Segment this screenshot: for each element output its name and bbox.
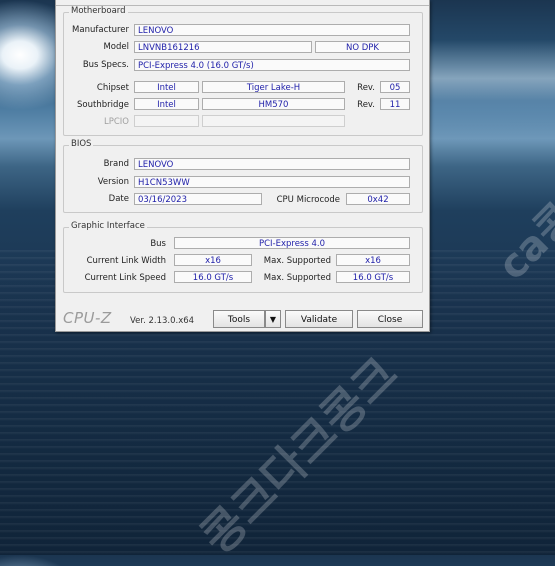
link-width-field: x16: [174, 254, 252, 266]
graphic-bus-field: PCI-Express 4.0: [174, 237, 410, 249]
lpcio-label: LPCIO: [104, 117, 129, 127]
tools-dropdown-arrow-icon[interactable]: ▼: [265, 310, 281, 328]
southbridge-label: Southbridge: [77, 100, 129, 110]
version-label: Ver. 2.13.0.x64: [130, 316, 195, 326]
bus-specs-label: Bus Specs.: [82, 60, 129, 70]
bios-date-field: 03/16/2023: [134, 193, 262, 205]
bios-version-label: Version: [97, 177, 129, 187]
close-button[interactable]: Close: [357, 310, 423, 328]
validate-button[interactable]: Validate: [285, 310, 353, 328]
manufacturer-label: Manufacturer: [72, 25, 129, 35]
tools-button[interactable]: Tools: [213, 310, 265, 328]
bus-specs-field: PCI-Express 4.0 (16.0 GT/s): [134, 59, 410, 71]
lpcio-vendor-field: [134, 115, 199, 127]
model-field: LNVNB161216: [134, 41, 312, 53]
max-width-field: x16: [336, 254, 410, 266]
cpu-microcode-field: 0x42: [346, 193, 410, 205]
cpuz-window: Motherboard Manufacturer LENOVO Model LN…: [55, 0, 430, 332]
cpuz-logo: CPU-Z: [63, 309, 112, 327]
southbridge-rev-label: Rev.: [357, 100, 375, 110]
bios-brand-field: LENOVO: [134, 158, 410, 170]
chipset-label: Chipset: [96, 83, 129, 93]
southbridge-vendor-field: Intel: [134, 98, 199, 110]
chipset-vendor-field: Intel: [134, 81, 199, 93]
max-speed-label: Max. Supported: [263, 273, 331, 283]
chipset-rev-field: 05: [380, 81, 410, 93]
cloud-background: [430, 40, 555, 150]
lpcio-name-field: [202, 115, 345, 127]
bios-date-label: Date: [108, 194, 129, 204]
max-speed-field: 16.0 GT/s: [336, 271, 410, 283]
link-width-label: Current Link Width: [86, 256, 166, 266]
chipset-rev-label: Rev.: [357, 83, 375, 93]
model-extra-field: NO DPK: [315, 41, 410, 53]
southbridge-name-field: HM570: [202, 98, 345, 110]
chipset-name-field: Tiger Lake-H: [202, 81, 345, 93]
max-width-label: Max. Supported: [263, 256, 331, 266]
link-speed-field: 16.0 GT/s: [174, 271, 252, 283]
motherboard-group-title: Motherboard: [69, 6, 128, 16]
bios-brand-label: Brand: [103, 159, 129, 169]
bios-group-title: BIOS: [69, 139, 94, 149]
cpu-microcode-label: CPU Microcode: [276, 195, 340, 205]
graphic-interface-group-title: Graphic Interface: [69, 221, 147, 231]
window-footer: CPU-Z Ver. 2.13.0.x64 Tools ▼ Validate C…: [56, 302, 429, 331]
link-speed-label: Current Link Speed: [84, 273, 166, 283]
southbridge-rev-field: 11: [380, 98, 410, 110]
bios-version-field: H1CN53WW: [134, 176, 410, 188]
manufacturer-field: LENOVO: [134, 24, 410, 36]
graphic-bus-label: Bus: [150, 239, 166, 249]
model-label: Model: [103, 42, 129, 52]
